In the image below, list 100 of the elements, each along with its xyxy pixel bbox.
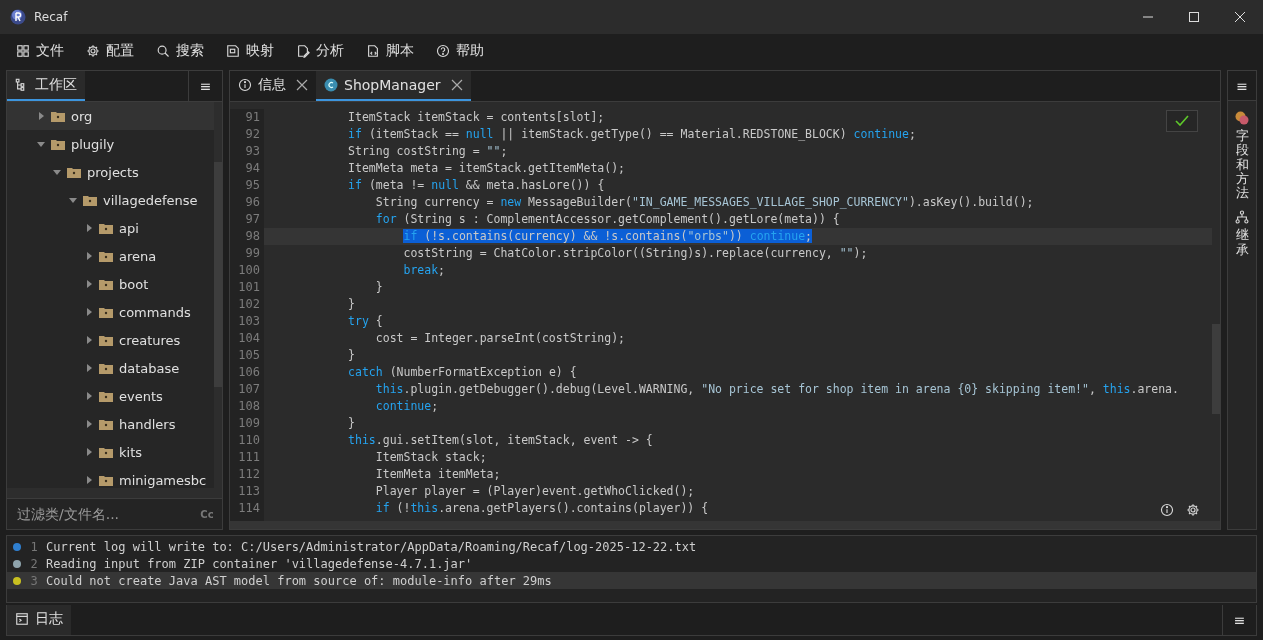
folder-icon	[83, 194, 97, 206]
collapse-arrow-icon[interactable]	[69, 196, 77, 204]
code-line: ItemMeta itemMeta;	[374, 466, 501, 483]
menu-item[interactable]: 分析	[294, 40, 346, 62]
line-number: 103	[237, 313, 261, 330]
expand-arrow-icon[interactable]	[85, 476, 93, 484]
code-line: if (!this.arena.getPlayers().contains(player)) {	[374, 500, 709, 517]
code-line: if (itemStack == null || itemStack.getType() == Material.REDSTONE_BLOCK) continue;	[347, 126, 916, 143]
line-number: 101	[237, 279, 261, 296]
class-icon	[324, 78, 338, 92]
tree-item[interactable]: arena	[7, 242, 214, 270]
tree-item[interactable]: handlers	[7, 410, 214, 438]
menu-item[interactable]: 映射	[224, 40, 276, 62]
expand-arrow-icon[interactable]	[85, 308, 93, 316]
tree-item[interactable]: plugily	[7, 130, 214, 158]
collapse-arrow-icon[interactable]	[53, 168, 61, 176]
line-number: 107	[237, 381, 261, 398]
member-icon	[1235, 111, 1249, 125]
window-title: Recaf	[34, 10, 69, 24]
close-tab-icon[interactable]	[296, 79, 308, 91]
code-line: continue;	[374, 398, 439, 415]
scrollbar[interactable]	[214, 102, 222, 488]
folder-icon	[99, 222, 113, 234]
folder-icon	[99, 474, 113, 486]
close-icon[interactable]	[1235, 12, 1245, 22]
panel-menu-button[interactable]: ≡	[1228, 71, 1256, 101]
menu-item[interactable]: 脚本	[364, 40, 416, 62]
expand-arrow-icon[interactable]	[37, 112, 45, 120]
tree-item[interactable]: projects	[7, 158, 214, 186]
folder-icon	[51, 138, 65, 150]
side-tab[interactable]: 继承	[1235, 210, 1249, 258]
code-line: costString = ChatColor.stripColor((String)s).replace(currency, "");	[402, 245, 868, 262]
code-line: if (!s.contains(currency) && !s.contains("orbs")) continue;	[402, 228, 813, 245]
hierarchy-icon	[1235, 210, 1249, 225]
tree-item[interactable]: creatures	[7, 326, 214, 354]
line-number: 96	[244, 194, 261, 211]
tree-item[interactable]: villagedefense	[7, 186, 214, 214]
scrollbar[interactable]	[230, 521, 1220, 529]
expand-arrow-icon[interactable]	[85, 392, 93, 400]
tree-item[interactable]: database	[7, 354, 214, 382]
tab-label[interactable]: ShopManager	[344, 77, 441, 93]
expand-arrow-icon[interactable]	[85, 224, 93, 232]
menu-item[interactable]: 配置	[84, 40, 136, 62]
menu-item[interactable]: 文件	[14, 40, 66, 62]
log-number: 2	[29, 556, 39, 571]
expand-arrow-icon[interactable]	[85, 420, 93, 428]
line-number: 94	[244, 160, 261, 177]
scrollbar[interactable]	[7, 488, 222, 498]
log-row[interactable]: 3 Could not create Java AST model from source of: module-info after 29ms	[7, 572, 1256, 589]
code-line: break;	[402, 262, 446, 279]
folder-icon	[99, 250, 113, 262]
log-number: 3	[29, 573, 39, 588]
line-number: 98	[244, 228, 261, 245]
info-icon	[1160, 503, 1174, 517]
line-number: 111	[237, 449, 261, 466]
document-code-icon	[366, 44, 380, 58]
tree-item[interactable]: events	[7, 382, 214, 410]
folder-icon	[67, 166, 81, 178]
maximize-icon[interactable]	[1189, 12, 1199, 22]
line-number: 95	[244, 177, 261, 194]
tree-item[interactable]: kits	[7, 438, 214, 466]
tree-item[interactable]: org	[7, 102, 214, 130]
log-tab[interactable]: 日志	[7, 605, 71, 635]
line-number: 92	[244, 126, 261, 143]
settings-button[interactable]	[1186, 503, 1200, 517]
folder-icon	[51, 110, 65, 122]
expand-arrow-icon[interactable]	[85, 252, 93, 260]
code-line: String costString = "";	[347, 143, 508, 160]
tree-item[interactable]: commands	[7, 298, 214, 326]
tree-item[interactable]: api	[7, 214, 214, 242]
grid-icon	[16, 44, 30, 58]
menu-item[interactable]: 帮助	[434, 40, 486, 62]
line-number: 108	[237, 398, 261, 415]
terminal-icon	[15, 612, 29, 626]
close-tab-icon[interactable]	[450, 79, 463, 91]
expand-arrow-icon[interactable]	[85, 280, 93, 288]
expand-arrow-icon[interactable]	[85, 336, 93, 344]
info-button[interactable]	[1160, 503, 1174, 517]
editor-tab[interactable]: ShopManager	[316, 71, 471, 101]
line-number: 114	[237, 500, 261, 517]
menu-item[interactable]: 搜索	[154, 40, 206, 62]
folder-icon	[99, 278, 113, 290]
side-tab[interactable]: 字段和方法	[1235, 111, 1249, 201]
expand-arrow-icon[interactable]	[85, 364, 93, 372]
log-row[interactable]: 2 Reading input from ZIP container 'villagedefense-4.7.1.jar'	[7, 555, 1256, 572]
line-number: 105	[237, 347, 261, 364]
check-icon-button[interactable]	[1166, 110, 1198, 132]
tab-label[interactable]: 信息	[258, 76, 286, 94]
code-line: try {	[347, 313, 383, 330]
check-icon[interactable]	[1175, 115, 1189, 127]
line-number: 97	[244, 211, 261, 228]
app-logo-icon	[10, 9, 26, 25]
expand-arrow-icon[interactable]	[85, 448, 93, 456]
folder-icon	[99, 362, 113, 374]
workspace-tab[interactable]: 工作区	[7, 71, 85, 101]
log-row[interactable]: 1 Current log will write to: C:/Users/Administrator/AppData/Roaming/Recaf/log-2025-12-22.txt	[7, 538, 1256, 555]
folder-icon	[99, 390, 113, 402]
tree-item[interactable]: boot	[7, 270, 214, 298]
tree-item[interactable]: minigamesbc	[7, 466, 214, 488]
collapse-arrow-icon[interactable]	[37, 140, 45, 148]
